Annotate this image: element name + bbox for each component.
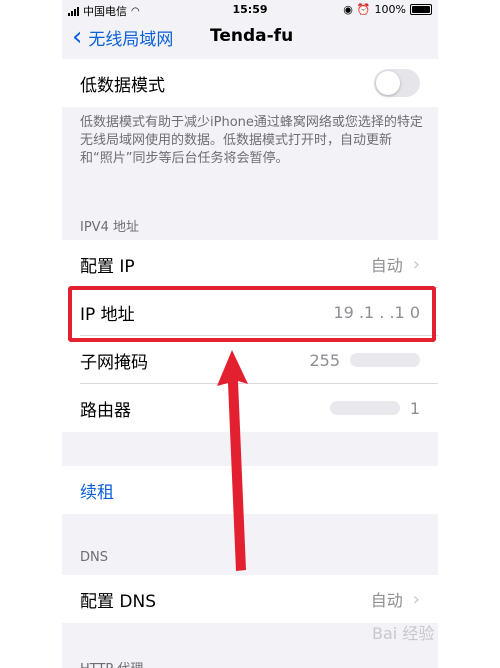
- watermark: Bai 经验: [372, 624, 435, 643]
- red-arrow-shape: [217, 350, 248, 571]
- annotation-arrow: [217, 350, 248, 571]
